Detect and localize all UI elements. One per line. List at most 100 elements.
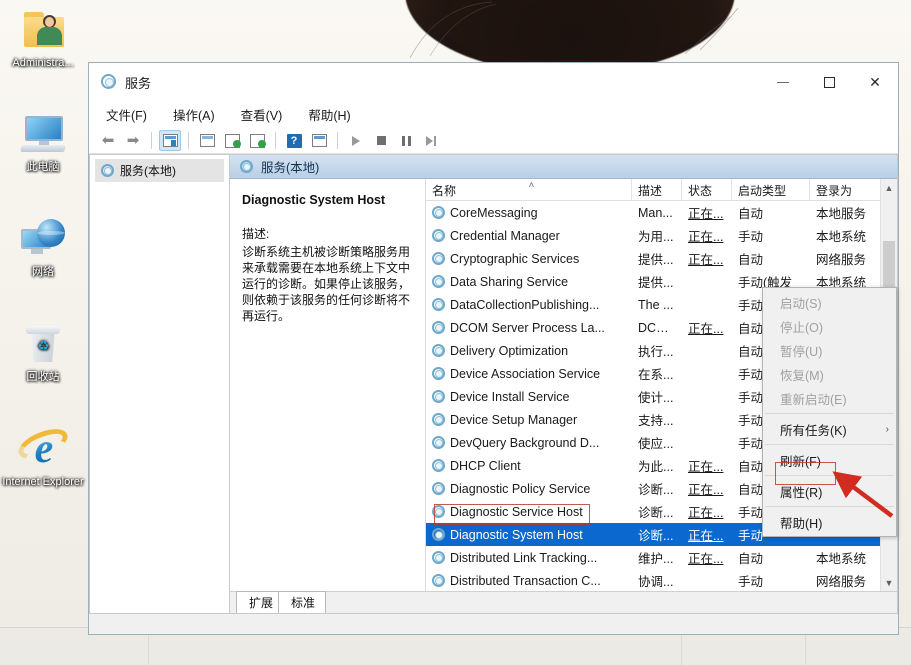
maximize-icon [824, 77, 835, 88]
cell-name: DHCP Client [426, 459, 632, 473]
export-list-button[interactable] [246, 130, 268, 151]
toolbar-separator [275, 132, 276, 149]
desktop-icon-this-pc[interactable]: 此电脑 [0, 110, 86, 173]
back-button[interactable]: ⬅ [97, 130, 119, 151]
menu-help[interactable]: 帮助(H) [305, 103, 353, 126]
table-row[interactable]: Cryptographic Services提供...正在...自动网络服务 [426, 247, 897, 270]
pause-service-button[interactable] [395, 130, 417, 151]
cell-state: 正在... [682, 502, 732, 521]
cell-name: Diagnostic System Host [426, 528, 632, 542]
cell-state: 正在... [682, 525, 732, 544]
menu-item-属性r[interactable]: 属性(R) [763, 479, 896, 503]
table-row[interactable]: Credential Manager为用...正在...手动本地系统 [426, 224, 897, 247]
wallpaper-hair-strands [400, 0, 740, 62]
desktop-icon-network[interactable]: 网络 [0, 215, 86, 278]
service-name-label: DataCollectionPublishing... [450, 298, 599, 312]
cell-state: 正在... [682, 318, 732, 337]
services-gear-icon [432, 505, 445, 518]
arrow-right-icon: ➡ [127, 133, 140, 148]
maximize-button[interactable] [806, 63, 852, 101]
cell-name: Diagnostic Service Host [426, 505, 632, 519]
forward-button[interactable]: ➡ [122, 130, 144, 151]
service-name-label: Delivery Optimization [450, 344, 568, 358]
cell-name: Distributed Transaction C... [426, 574, 632, 588]
window-icon [200, 134, 215, 147]
menu-item-所有任务k[interactable]: 所有任务(K)› [763, 417, 896, 441]
desktop-icon-label: 此电脑 [0, 161, 86, 173]
cell-name: Cryptographic Services [426, 252, 632, 266]
column-header-start[interactable]: 启动类型 [732, 179, 810, 200]
column-header-logon[interactable]: 登录为 [810, 179, 890, 200]
tab-extended[interactable]: 扩展 [236, 591, 284, 613]
desktop-icon-internet-explorer[interactable]: e Internet Explorer [0, 425, 86, 488]
menu-separator [765, 506, 894, 507]
menu-action[interactable]: 操作(A) [170, 103, 218, 126]
desktop-icon-recycle-bin[interactable]: ♻ 回收站 [0, 320, 86, 383]
view-button[interactable] [308, 130, 330, 151]
menu-item-label: 停止(O) [780, 317, 823, 336]
service-name-label: CoreMessaging [450, 206, 538, 220]
service-name-label: Diagnostic System Host [450, 528, 583, 542]
cell-name: DevQuery Background D... [426, 436, 632, 450]
menu-file[interactable]: 文件(F) [103, 103, 150, 126]
status-bar [89, 614, 898, 634]
cell-logon: 本地系统 [810, 548, 890, 567]
play-icon [352, 136, 360, 146]
close-button[interactable]: ✕ [852, 63, 898, 101]
menu-separator [765, 413, 894, 414]
cell-name: DCOM Server Process La... [426, 321, 632, 335]
menu-item-帮助h[interactable]: 帮助(H) [763, 510, 896, 534]
menu-separator [765, 475, 894, 476]
cell-desc: 诊断... [632, 525, 682, 544]
service-name-label: DevQuery Background D... [450, 436, 599, 450]
stop-service-button[interactable] [370, 130, 392, 151]
cell-logon: 本地系统 [810, 226, 890, 245]
services-gear-icon [432, 390, 445, 403]
cell-state: 正在... [682, 249, 732, 268]
pane-header: 服务(本地) [230, 155, 897, 179]
service-name-label: Distributed Link Tracking... [450, 551, 597, 565]
menu-bar: 文件(F) 操作(A) 查看(V) 帮助(H) [89, 101, 898, 128]
cell-name: Device Setup Manager [426, 413, 632, 427]
column-header-state[interactable]: 状态 [682, 179, 732, 200]
view-icon [312, 134, 327, 147]
cell-start: 手动 [732, 226, 810, 245]
desktop-icon-administrator[interactable]: Administra... [0, 6, 86, 69]
tab-standard[interactable]: 标准 [278, 591, 326, 613]
menu-item-刷新f[interactable]: 刷新(F) [763, 448, 896, 472]
help-button[interactable]: ? [283, 130, 305, 151]
start-service-button[interactable] [345, 130, 367, 151]
table-row[interactable]: CoreMessagingMan...正在...自动本地服务 [426, 201, 897, 224]
services-gear-icon [432, 528, 445, 541]
tree-item-services-local[interactable]: 服务(本地) [95, 159, 224, 182]
cell-state: 正在... [682, 479, 732, 498]
cell-state: 正在... [682, 226, 732, 245]
table-row[interactable]: Distributed Link Tracking...维护...正在...自动… [426, 546, 897, 569]
cell-desc: 执行... [632, 341, 682, 360]
show-hide-console-tree-button[interactable] [159, 130, 181, 151]
cell-name: DataCollectionPublishing... [426, 298, 632, 312]
cell-desc: 使计... [632, 387, 682, 406]
properties-button[interactable] [196, 130, 218, 151]
services-gear-icon [101, 164, 114, 177]
column-header-desc[interactable]: 描述 [632, 179, 682, 200]
network-icon [15, 215, 71, 263]
scroll-down-button[interactable]: ▼ [881, 574, 897, 591]
refresh-button[interactable] [221, 130, 243, 151]
services-gear-icon [240, 160, 253, 173]
scroll-up-button[interactable]: ▲ [881, 179, 897, 196]
menu-item-label: 帮助(H) [780, 513, 822, 532]
toolbar-separator [188, 132, 189, 149]
table-row[interactable]: Distributed Transaction C...协调...手动网络服务 [426, 569, 897, 591]
minimize-button[interactable] [760, 63, 806, 101]
cell-state: 正在... [682, 548, 732, 567]
window-titlebar[interactable]: 服务 ✕ [89, 63, 898, 101]
menu-view[interactable]: 查看(V) [238, 103, 286, 126]
desktop-icon-label: 回收站 [0, 371, 86, 383]
column-header-name[interactable]: 名称˄ [426, 179, 632, 200]
restart-service-button[interactable] [420, 130, 442, 151]
menu-item-label: 属性(R) [780, 482, 822, 501]
cell-state: 正在... [682, 203, 732, 222]
toolbar-separator [151, 132, 152, 149]
service-name-label: Diagnostic Policy Service [450, 482, 590, 496]
